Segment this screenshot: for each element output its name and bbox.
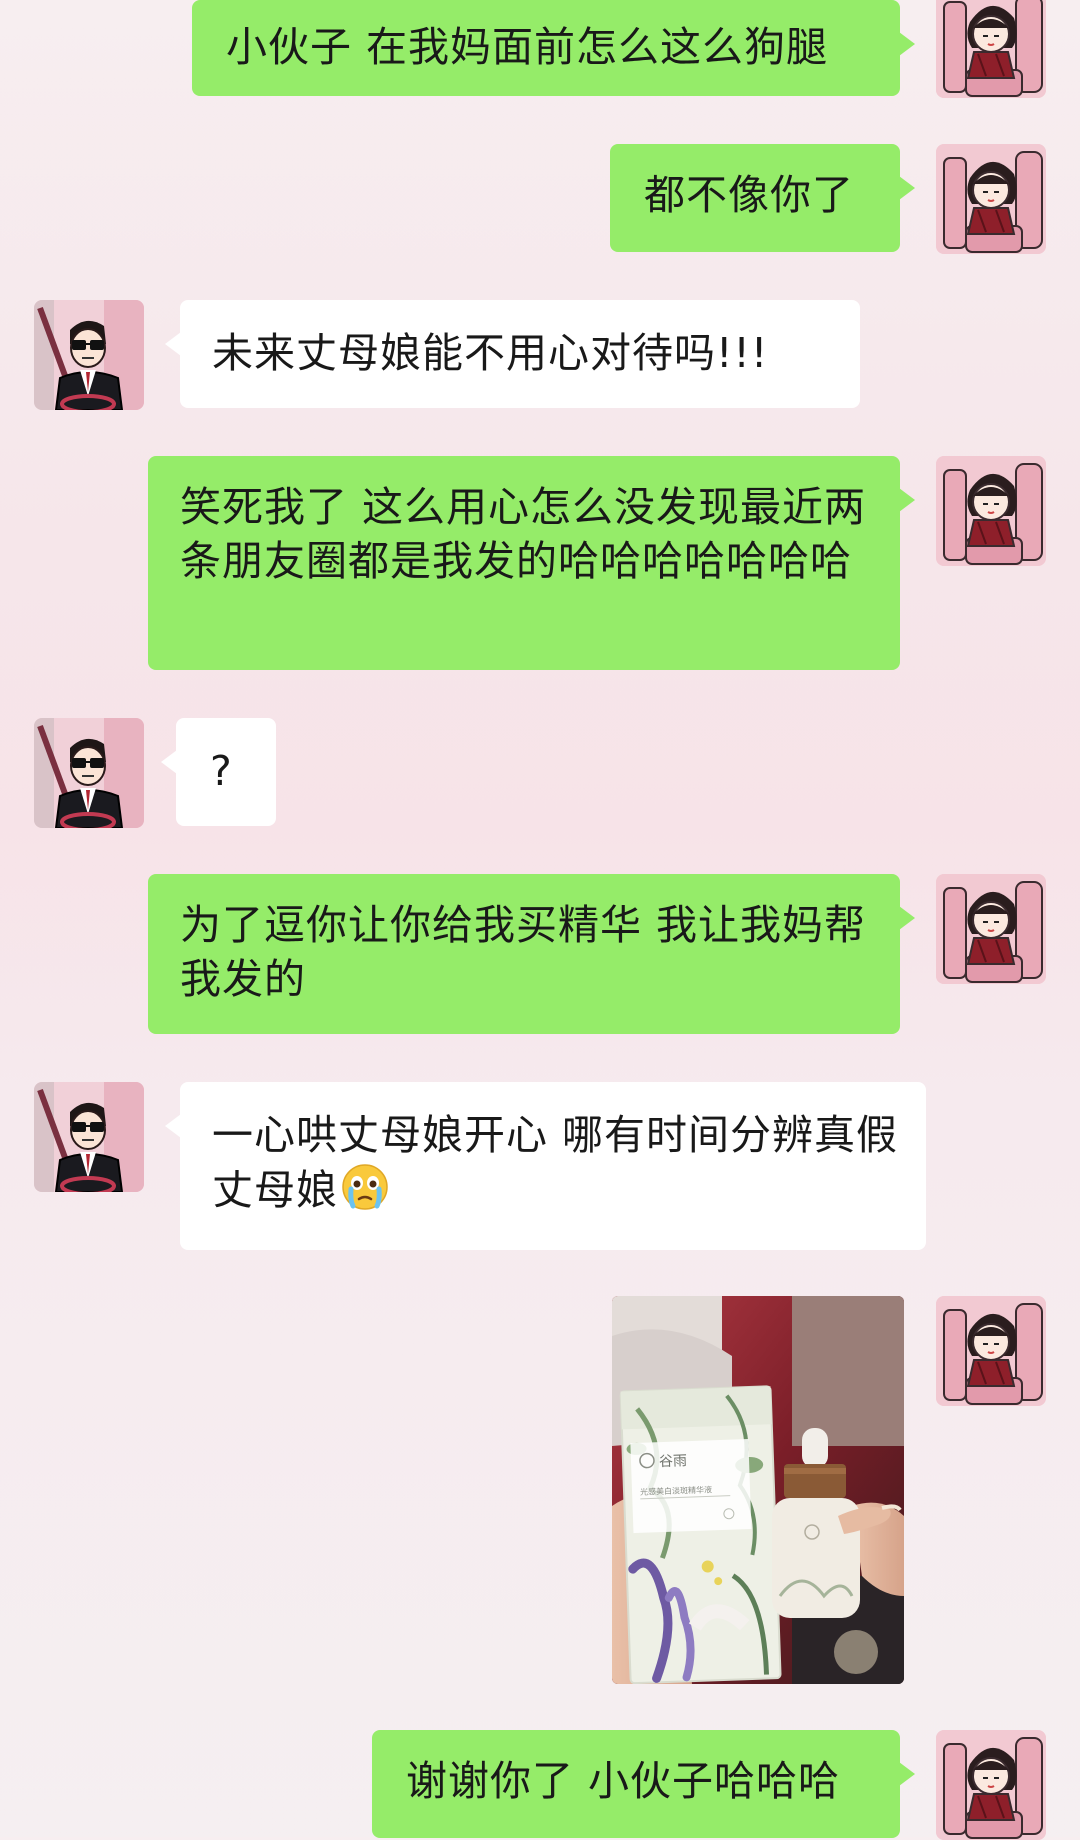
svg-text:谷雨: 谷雨 [659, 1452, 688, 1469]
contact-avatar[interactable] [34, 718, 144, 828]
sunglasses-driver-avatar-icon [34, 300, 144, 410]
contact-avatar[interactable] [34, 300, 144, 410]
girl-cartoon-avatar-icon [936, 456, 1046, 566]
message-bubble-sent[interactable]: 谢谢你了 小伙子哈哈哈 [372, 1730, 915, 1838]
my-avatar[interactable] [936, 0, 1046, 98]
contact-avatar[interactable] [34, 1082, 144, 1192]
message-text: 未来丈母娘能不用心对待吗!!! [212, 329, 769, 377]
message-text: ? [210, 747, 233, 795]
message-text: 一心哄丈母娘开心 哪有时间分辨真假丈母娘 [212, 1111, 899, 1214]
message-text: 为了逗你让你给我买精华 我让我妈帮我发的 [180, 901, 867, 1003]
my-avatar[interactable] [936, 144, 1046, 254]
my-avatar[interactable] [936, 874, 1046, 984]
my-avatar[interactable] [936, 456, 1046, 566]
crying-face-emoji-icon [342, 1164, 388, 1210]
message-bubble-sent[interactable]: 为了逗你让你给我买精华 我让我妈帮我发的 [148, 874, 915, 1034]
message-text: 都不像你了 [644, 171, 854, 219]
skincare-product-photo: 谷雨 光感美白淡斑精华液 [612, 1296, 904, 1684]
girl-cartoon-avatar-icon [936, 1296, 1046, 1406]
girl-cartoon-avatar-icon [936, 0, 1046, 98]
message-text: 小伙子 在我妈面前怎么这么狗腿 [226, 23, 829, 71]
sent-photo[interactable]: 谷雨 光感美白淡斑精华液 [612, 1296, 904, 1684]
message-bubble-sent[interactable]: 都不像你了 [610, 144, 915, 252]
sunglasses-driver-avatar-icon [34, 1082, 144, 1192]
sunglasses-driver-avatar-icon [34, 718, 144, 828]
message-bubble-sent[interactable]: 小伙子 在我妈面前怎么这么狗腿 [192, 0, 915, 96]
girl-cartoon-avatar-icon [936, 874, 1046, 984]
my-avatar[interactable] [936, 1296, 1046, 1406]
message-bubble-received[interactable]: 一心哄丈母娘开心 哪有时间分辨真假丈母娘 [165, 1082, 926, 1250]
message-bubble-received[interactable]: 未来丈母娘能不用心对待吗!!! [165, 300, 860, 408]
message-bubble-sent[interactable]: 笑死我了 这么用心怎么没发现最近两条朋友圈都是我发的哈哈哈哈哈哈哈 [148, 456, 915, 670]
message-text: 谢谢你了 小伙子哈哈哈 [406, 1757, 841, 1805]
girl-cartoon-avatar-icon [936, 1730, 1046, 1840]
message-bubble-received[interactable]: ? [161, 718, 276, 826]
my-avatar[interactable] [936, 1730, 1046, 1840]
girl-cartoon-avatar-icon [936, 144, 1046, 254]
message-text: 笑死我了 这么用心怎么没发现最近两条朋友圈都是我发的哈哈哈哈哈哈哈 [180, 483, 867, 585]
